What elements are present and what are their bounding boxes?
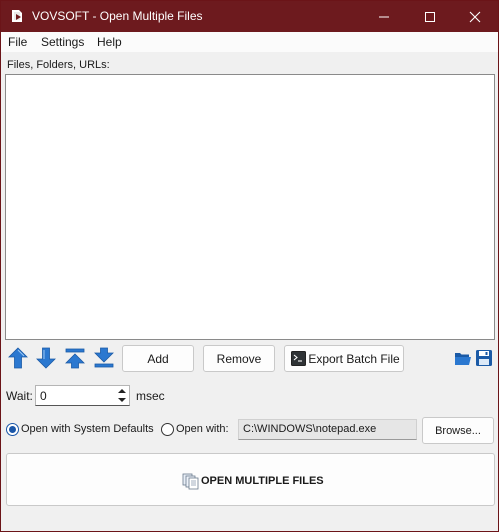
close-icon <box>469 11 481 22</box>
move-to-bottom-icon <box>94 347 114 368</box>
arrow-down-icon <box>36 347 56 369</box>
open-multiple-files-label: OPEN MULTIPLE FILES <box>201 475 324 487</box>
move-up-button[interactable] <box>7 346 29 370</box>
open-multiple-files-button[interactable]: OPEN MULTIPLE FILES <box>6 453 495 506</box>
system-defaults-radio[interactable] <box>6 423 19 436</box>
window-title: VOVSOFT - Open Multiple Files <box>32 9 203 23</box>
multiple-files-icon <box>182 473 199 490</box>
save-icon <box>476 350 492 366</box>
close-button[interactable] <box>452 1 498 32</box>
app-window: VOVSOFT - Open Multiple Files File Setti… <box>0 0 499 532</box>
wait-spin-input[interactable]: 0 <box>35 385 130 406</box>
system-defaults-label[interactable]: Open with System Defaults <box>21 423 154 435</box>
spin-arrows-icon[interactable] <box>117 387 127 404</box>
open-folder-button[interactable] <box>454 348 472 368</box>
minimize-icon <box>379 16 389 17</box>
status-bar <box>1 511 498 531</box>
export-batch-file-button[interactable]: Export Batch File <box>284 345 404 372</box>
browse-button[interactable]: Browse... <box>422 417 494 444</box>
menu-bar: File Settings Help <box>1 32 498 52</box>
add-button[interactable]: Add <box>122 345 194 372</box>
folder-open-icon <box>455 353 471 365</box>
wait-label: Wait: <box>6 389 33 403</box>
maximize-icon <box>425 11 435 22</box>
files-list[interactable] <box>5 74 495 340</box>
arrow-up-icon <box>8 347 28 369</box>
wait-unit: msec <box>136 389 165 403</box>
program-path-field[interactable]: C:\WINDOWS\notepad.exe <box>238 419 417 440</box>
move-to-top-icon <box>65 348 85 369</box>
menu-help[interactable]: Help <box>97 35 122 49</box>
menu-settings[interactable]: Settings <box>41 35 84 49</box>
title-bar[interactable]: VOVSOFT - Open Multiple Files <box>1 1 498 32</box>
terminal-icon <box>291 351 306 366</box>
wait-value: 0 <box>40 389 47 403</box>
save-list-button[interactable] <box>475 348 493 368</box>
move-down-button[interactable] <box>35 346 57 370</box>
move-bottom-button[interactable] <box>93 346 115 370</box>
maximize-button[interactable] <box>407 1 453 32</box>
open-with-label[interactable]: Open with: <box>176 423 229 435</box>
open-with-radio[interactable] <box>161 423 174 436</box>
files-list-label: Files, Folders, URLs: <box>7 59 110 71</box>
remove-button[interactable]: Remove <box>203 345 275 372</box>
app-logo-icon <box>12 10 22 22</box>
export-batch-file-label: Export Batch File <box>308 351 400 366</box>
minimize-button[interactable] <box>361 1 407 32</box>
menu-file[interactable]: File <box>8 35 27 49</box>
move-top-button[interactable] <box>64 346 86 370</box>
